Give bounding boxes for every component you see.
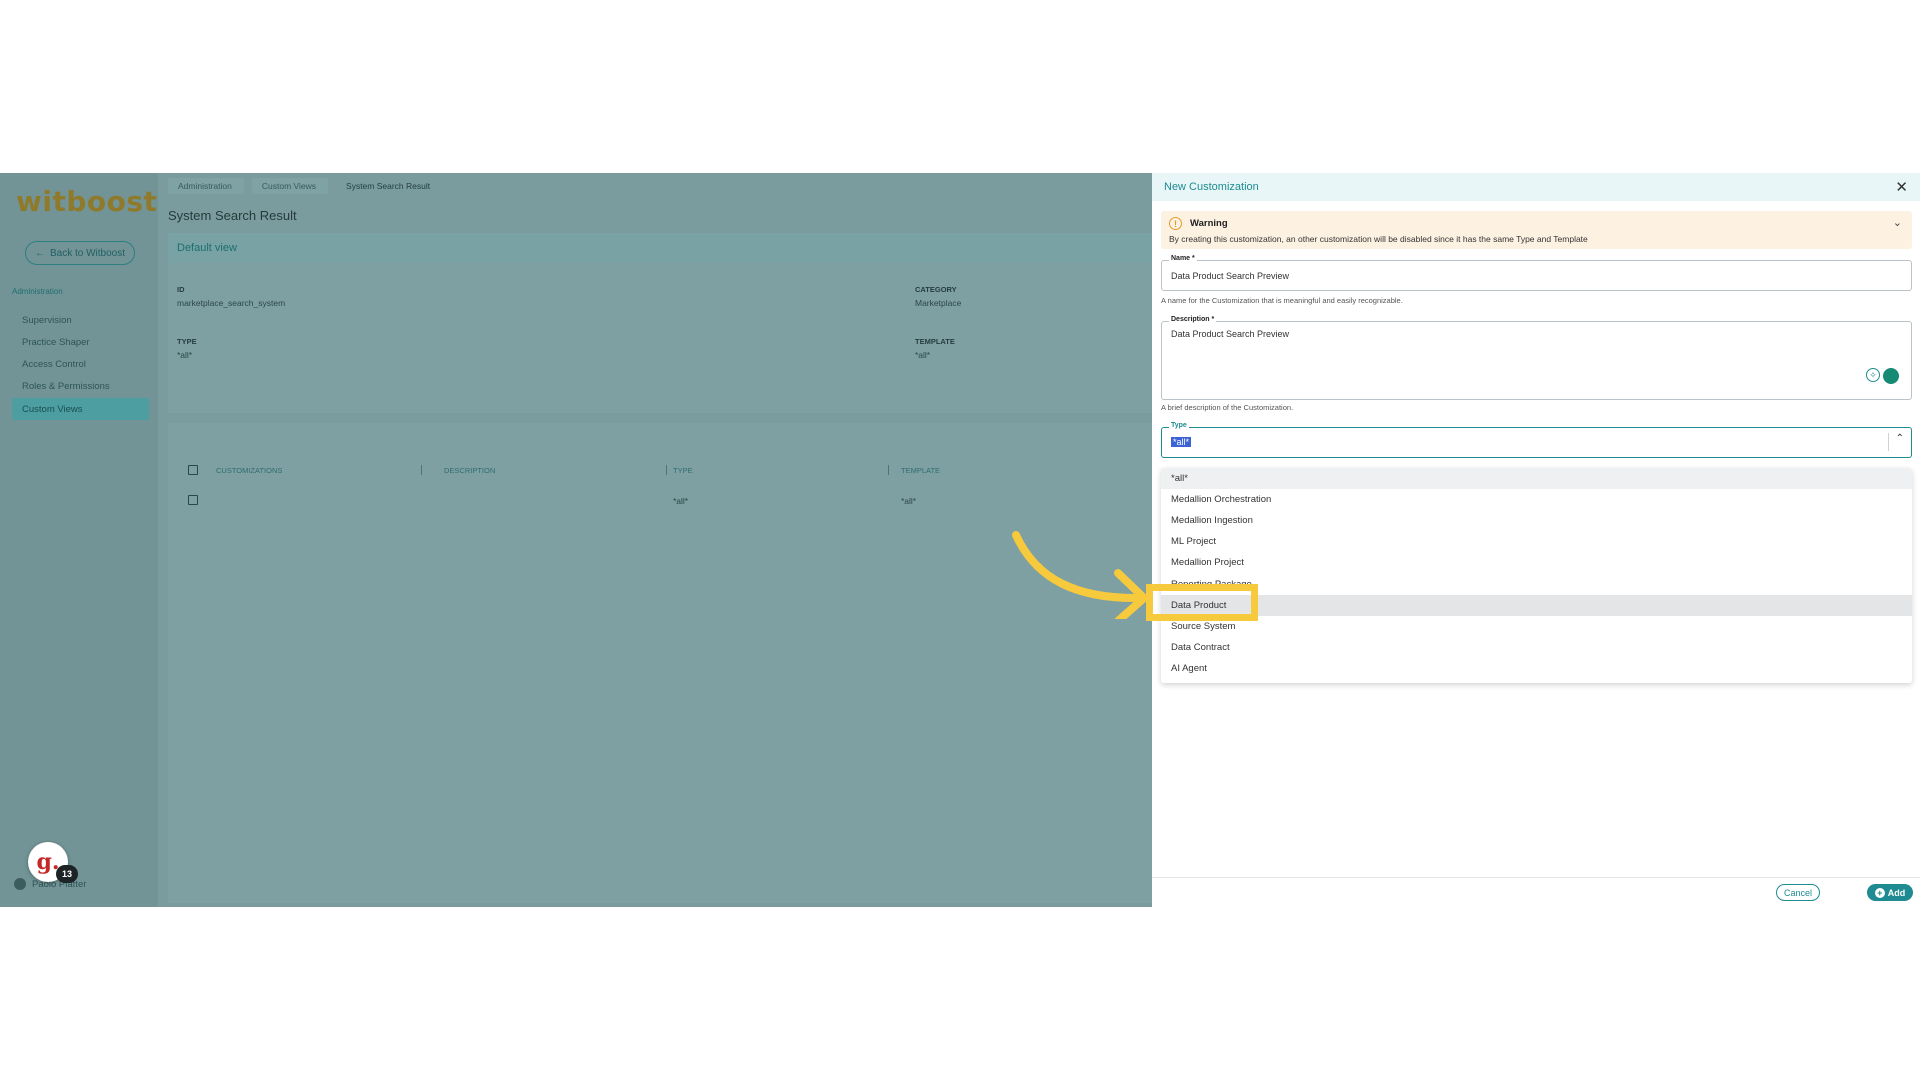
panel-title: New Customization	[1164, 181, 1259, 193]
chat-bubble-icon[interactable]	[1883, 368, 1899, 384]
chevron-down-icon[interactable]: ⌄	[1893, 216, 1902, 229]
notification-count-badge: 13	[56, 865, 78, 883]
card-title: Default view	[168, 233, 1158, 263]
new-customization-panel: New Customization ✕ ! Warning By creatin…	[1152, 173, 1920, 907]
dropdown-option-data-product[interactable]: Data Product	[1161, 594, 1912, 616]
table-header[interactable]: DESCRIPTION	[444, 466, 495, 475]
name-label: Name *	[1169, 255, 1197, 262]
chevron-up-icon[interactable]: ⌃	[1896, 433, 1904, 444]
sidebar-item-practice-shaper[interactable]: Practice Shaper	[12, 331, 149, 353]
sidebar-section-title: Administration	[12, 287, 63, 296]
back-label: Back to Witboost	[49, 247, 126, 259]
background-app: witboost ← Back to Witboost Administrati…	[0, 173, 1158, 907]
sidebar-item-access-control[interactable]: Access Control	[12, 353, 149, 375]
avatar	[14, 878, 26, 890]
type-field-readonly: TYPE *all*	[177, 337, 197, 360]
dropdown-option[interactable]: Source System	[1161, 616, 1912, 637]
category-field: CATEGORY Marketplace	[915, 285, 962, 308]
warning-icon: !	[1169, 217, 1182, 230]
template-field-readonly: TEMPLATE *all*	[915, 337, 955, 360]
table-header[interactable]: TEMPLATE	[901, 466, 940, 475]
sidebar-item-custom-views[interactable]: Custom Views	[12, 398, 149, 420]
description-label: Description *	[1169, 316, 1217, 323]
back-to-witboost-button[interactable]: ← Back to Witboost	[25, 241, 135, 265]
view-details-card: Default view ID marketplace_search_syste…	[168, 233, 1158, 413]
id-field: ID marketplace_search_system	[177, 285, 286, 308]
name-input[interactable]: Data Product Search Preview	[1171, 271, 1289, 281]
type-select[interactable]: Type *all* ⌃	[1161, 422, 1912, 458]
type-dropdown-list: *all* Medallion Orchestration Medallion …	[1161, 468, 1912, 683]
warning-banner: ! Warning By creating this customization…	[1161, 211, 1912, 249]
plus-icon: +	[1874, 887, 1885, 898]
row-checkbox[interactable]	[188, 495, 198, 505]
dropdown-option[interactable]: Medallion Orchestration	[1161, 489, 1912, 510]
cancel-button[interactable]: Cancel	[1776, 884, 1820, 901]
panel-header: New Customization ✕	[1152, 173, 1920, 201]
dropdown-option[interactable]: *all*	[1161, 468, 1912, 490]
main-content: Administration Custom Views System Searc…	[158, 173, 1158, 907]
sidebar: witboost ← Back to Witboost Administrati…	[0, 173, 158, 907]
dropdown-option[interactable]: AI Agent	[1161, 658, 1912, 679]
page-title: System Search Result	[168, 208, 297, 223]
sidebar-item-roles-permissions[interactable]: Roles & Permissions	[12, 375, 149, 397]
name-helper-text: A name for the Customization that is mea…	[1161, 296, 1403, 305]
screen: witboost ← Back to Witboost Administrati…	[0, 173, 1920, 907]
table-header[interactable]: TYPE	[673, 466, 693, 475]
close-icon[interactable]: ✕	[1895, 178, 1908, 196]
type-label: Type	[1169, 422, 1189, 429]
lightbulb-icon[interactable]: ✧	[1866, 368, 1880, 382]
arrow-left-icon: ←	[34, 247, 45, 259]
dropdown-option[interactable]: ML Project	[1161, 531, 1912, 552]
dropdown-option[interactable]: Data Contract	[1161, 637, 1912, 658]
name-field[interactable]: Name * Data Product Search Preview	[1161, 255, 1912, 291]
dropdown-option[interactable]: Medallion Project	[1161, 552, 1912, 573]
table-header[interactable]: CUSTOMIZATIONS	[216, 466, 282, 475]
breadcrumb: Administration Custom Views System Searc…	[168, 178, 442, 194]
row-template-cell: *all*	[901, 496, 917, 506]
dropdown-option[interactable]: Reporting Package	[1161, 573, 1912, 594]
witboost-logo: witboost	[16, 185, 158, 218]
add-button[interactable]: + Add	[1867, 884, 1913, 901]
breadcrumb-administration[interactable]: Administration	[168, 178, 244, 194]
description-helper-text: A brief description of the Customization…	[1161, 403, 1294, 412]
row-type-cell: *all*	[673, 496, 689, 506]
select-all-checkbox[interactable]	[188, 465, 198, 475]
description-textarea[interactable]: Data Product Search Preview	[1171, 329, 1289, 339]
customizations-table: CUSTOMIZATIONS DESCRIPTION TYPE TEMPLATE…	[168, 423, 1158, 903]
dropdown-option[interactable]: Medallion Ingestion	[1161, 510, 1912, 531]
description-field[interactable]: Description * Data Product Search Previe…	[1161, 316, 1912, 400]
breadcrumb-current: System Search Result	[346, 181, 431, 191]
breadcrumb-custom-views[interactable]: Custom Views	[251, 178, 329, 194]
tutorial-arrow-icon	[1012, 531, 1148, 619]
sidebar-item-supervision[interactable]: Supervision	[12, 309, 149, 331]
assistant-icons: ✧	[1866, 368, 1899, 384]
panel-footer: Cancel + Add	[1152, 877, 1920, 907]
add-label: Add	[1887, 887, 1906, 898]
tutorial-highlight-box	[1146, 584, 1258, 621]
type-input[interactable]: *all*	[1171, 437, 1192, 447]
warning-title: Warning	[1190, 218, 1228, 229]
warning-text: By creating this customization, an other…	[1169, 234, 1588, 244]
